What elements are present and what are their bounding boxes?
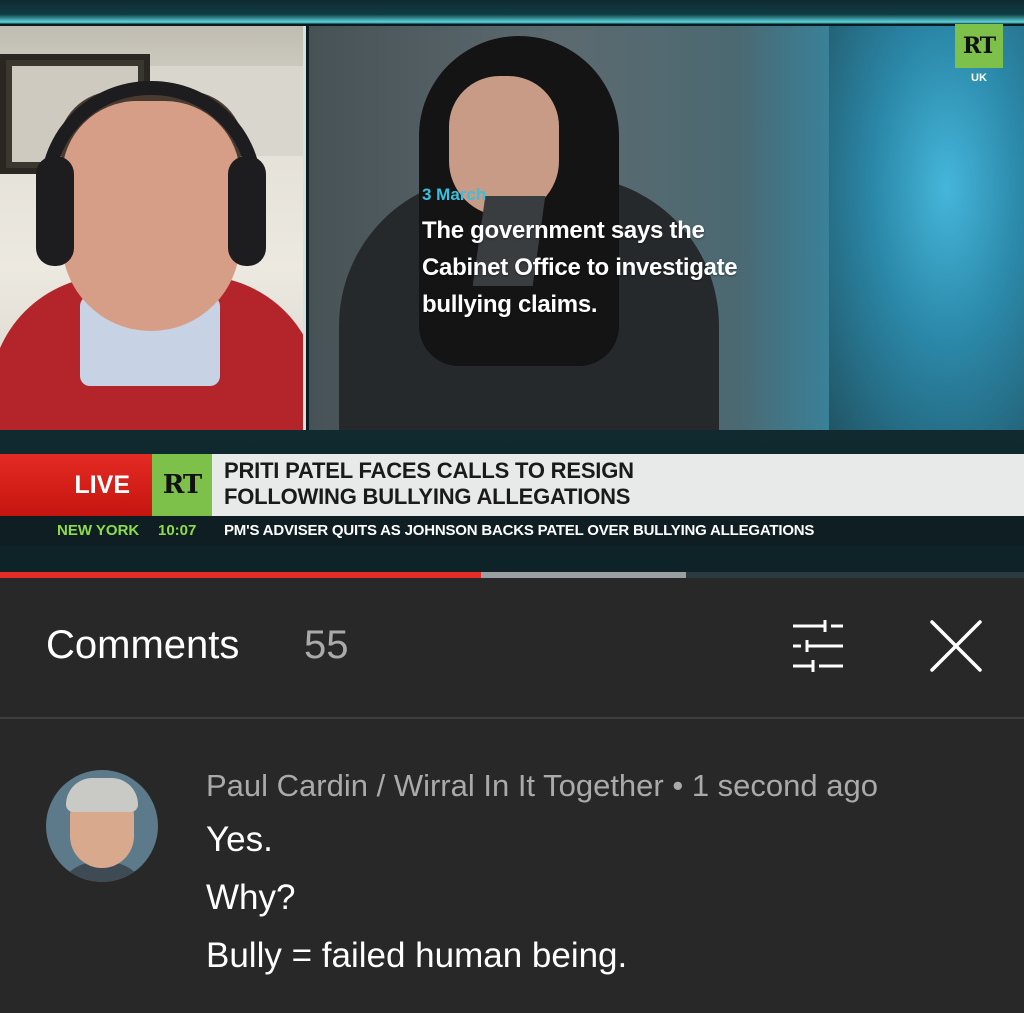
comment-meta: Paul Cardin / Wirral In It Together • 1 … <box>206 768 878 804</box>
meta-separator: • <box>663 768 692 803</box>
graphic-caption: 3 March The government says the Cabinet … <box>422 184 822 323</box>
caption-line: Cabinet Office to investigate <box>422 254 738 281</box>
caption-line: The government says the <box>422 217 705 244</box>
sort-filter-button[interactable] <box>785 614 851 680</box>
close-comments-button[interactable] <box>920 614 992 680</box>
comments-header: Comments 55 <box>0 578 1024 719</box>
caption-line: bullying claims. <box>422 291 598 318</box>
live-badge: LIVE <box>0 454 152 516</box>
headline-line: PRITI PATEL FACES CALLS TO RESIGN <box>224 458 634 483</box>
ticker-time: 10:07 <box>158 522 197 539</box>
ticker-city: NEW YORK <box>57 522 140 539</box>
video-player[interactable]: 3 March The government says the Cabinet … <box>0 0 1024 578</box>
caption-date: 3 March <box>422 185 487 204</box>
graphic-texture <box>829 26 1024 430</box>
headline: PRITI PATEL FACES CALLS TO RESIGN FOLLOW… <box>224 458 1014 510</box>
headphone-left-cup <box>36 156 74 266</box>
news-graphic-panel: 3 March The government says the Cabinet … <box>309 26 1024 430</box>
sliders-icon <box>793 620 843 672</box>
caption-text: The government says the Cabinet Office t… <box>422 212 822 323</box>
comments-title: Comments <box>46 623 240 667</box>
ticker-text: PM'S ADVISER QUITS AS JOHNSON BACKS PATE… <box>224 522 815 539</box>
band-channel-logo: RT <box>152 454 212 516</box>
avatar-hair <box>66 778 138 812</box>
comment-text-line: Yes. <box>206 820 273 859</box>
comments-count: 55 <box>304 623 349 667</box>
comment-time: 1 second ago <box>691 768 878 803</box>
headline-line: FOLLOWING BULLYING ALLEGATIONS <box>224 484 631 509</box>
channel-logo: RT <box>955 24 1003 68</box>
comment-author[interactable]: Paul Cardin / Wirral In It Together <box>206 768 664 803</box>
comment-text-line: Bully = failed human being. <box>206 936 628 975</box>
comments-panel: Comments 55 Paul Cardin / Wirral In It T… <box>0 578 1024 1013</box>
guest-video-panel <box>0 26 306 430</box>
close-icon <box>930 620 982 672</box>
video-top-border <box>0 0 1024 24</box>
headphone-right-cup <box>228 156 266 266</box>
channel-region: UK <box>971 72 987 84</box>
comment-text-line: Why? <box>206 878 296 917</box>
avatar[interactable] <box>46 770 158 882</box>
